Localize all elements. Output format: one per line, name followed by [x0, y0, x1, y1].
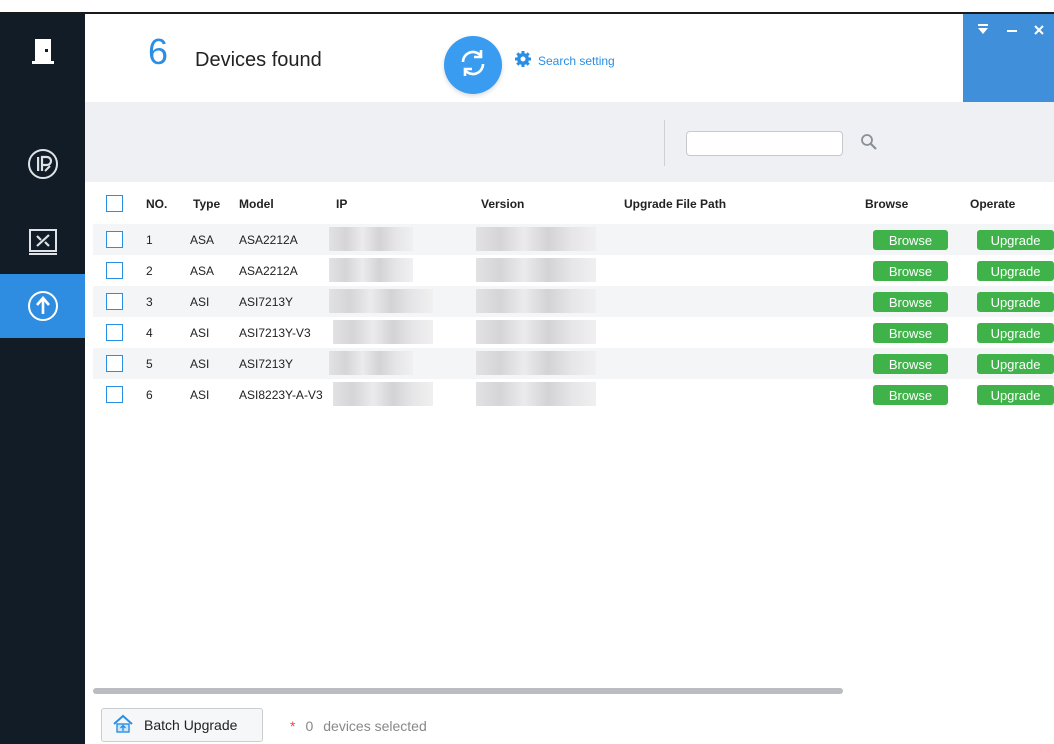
selected-count: 0: [305, 718, 314, 734]
table-row[interactable]: 5 ASI ASI7213Y Browse Upgrade: [93, 348, 1054, 379]
ip-redacted: [329, 289, 433, 313]
ip-redacted: [329, 227, 413, 251]
version-redacted: [476, 351, 596, 375]
header-type: Type: [193, 197, 221, 211]
table-row[interactable]: 3 ASI ASI7213Y Browse Upgrade: [93, 286, 1054, 317]
row-type: ASI: [190, 295, 210, 309]
ip-redacted: [329, 351, 413, 375]
row-no: 3: [146, 295, 153, 309]
window-top-border: [0, 0, 1054, 14]
sidebar-item-tools[interactable]: [0, 210, 85, 274]
ip-redacted: [329, 258, 413, 282]
upgrade-button[interactable]: Upgrade: [977, 385, 1054, 405]
row-type: ASI: [190, 326, 210, 340]
upgrade-button[interactable]: Upgrade: [977, 292, 1054, 312]
version-redacted: [476, 227, 596, 251]
row-checkbox[interactable]: [106, 293, 123, 310]
row-no: 6: [146, 388, 153, 402]
row-checkbox[interactable]: [106, 355, 123, 372]
row-model: ASI8223Y-A-V3: [239, 388, 323, 402]
browse-button[interactable]: Browse: [873, 261, 948, 281]
version-redacted: [476, 320, 596, 344]
row-type: ASA: [190, 233, 215, 247]
table-row[interactable]: 2 ASA ASA2212A Browse Upgrade: [93, 255, 1054, 286]
upgrade-button[interactable]: Upgrade: [977, 230, 1054, 250]
browse-button[interactable]: Browse: [873, 385, 948, 405]
ip-redacted: [333, 382, 433, 406]
sidebar-item-upgrade[interactable]: [0, 274, 85, 338]
header-ip: IP: [336, 197, 348, 211]
toolbar-divider: [664, 120, 665, 166]
batch-upgrade-icon: [112, 714, 134, 737]
row-model: ASA2212A: [239, 264, 298, 278]
batch-upgrade-button[interactable]: Batch Upgrade: [101, 708, 263, 742]
sidebar-item-home[interactable]: [0, 14, 85, 89]
select-all-checkbox[interactable]: [106, 195, 123, 212]
ip-redacted: [333, 320, 433, 344]
upgrade-icon: [26, 289, 60, 323]
version-redacted: [476, 382, 596, 406]
header-browse: Browse: [865, 197, 909, 211]
toolbar: [85, 102, 1054, 182]
version-redacted: [476, 258, 596, 282]
header-version: Version: [481, 197, 525, 211]
row-model: ASI7213Y-V3: [239, 326, 311, 340]
door-icon: [28, 35, 58, 69]
browse-button[interactable]: Browse: [873, 230, 948, 250]
browse-button[interactable]: Browse: [873, 292, 948, 312]
table-header: NO. Type Model IP Version Upgrade File P…: [93, 182, 1054, 222]
search-setting-label: Search setting: [538, 53, 615, 68]
row-model: ASI7213Y: [239, 357, 294, 371]
selected-label: devices selected: [323, 718, 427, 734]
browse-button[interactable]: Browse: [873, 354, 948, 374]
row-checkbox[interactable]: [106, 262, 123, 279]
device-count: 6: [148, 31, 169, 72]
header-no: NO.: [146, 197, 168, 211]
upgrade-button[interactable]: Upgrade: [977, 323, 1054, 343]
search-setting-link[interactable]: Search setting: [514, 50, 615, 71]
required-star: *: [290, 718, 296, 734]
sidebar: [0, 14, 85, 744]
tools-icon: [26, 225, 60, 259]
search-icon[interactable]: [860, 133, 878, 156]
row-model: ASA2212A: [239, 233, 298, 247]
selection-info: * 0 devices selected: [290, 718, 427, 734]
header-operate: Operate: [970, 197, 1016, 211]
row-type: ASI: [190, 357, 210, 371]
row-checkbox[interactable]: [106, 324, 123, 341]
minimize-icon[interactable]: [1006, 24, 1018, 39]
batch-upgrade-label: Batch Upgrade: [144, 717, 238, 733]
ip-icon: [26, 147, 60, 181]
window-controls: [963, 14, 1054, 102]
row-no: 1: [146, 233, 153, 247]
row-checkbox[interactable]: [106, 386, 123, 403]
footer: Batch Upgrade * 0 devices selected: [85, 694, 1054, 744]
table-row[interactable]: 1 ASA ASA2212A Browse Upgrade: [93, 224, 1054, 255]
row-type: ASI: [190, 388, 210, 402]
refresh-icon: [457, 47, 489, 84]
browse-button[interactable]: Browse: [873, 323, 948, 343]
row-model: ASI7213Y: [239, 295, 294, 309]
menu-icon[interactable]: [977, 24, 989, 39]
row-no: 4: [146, 326, 153, 340]
upgrade-button[interactable]: Upgrade: [977, 354, 1054, 374]
devices-found-label: Devices found: [195, 49, 322, 71]
row-no: 5: [146, 357, 153, 371]
close-icon[interactable]: [1033, 24, 1045, 39]
version-redacted: [476, 289, 596, 313]
header-upgrade-file-path: Upgrade File Path: [624, 197, 727, 211]
row-no: 2: [146, 264, 153, 278]
search-input[interactable]: [686, 131, 843, 156]
device-table: NO. Type Model IP Version Upgrade File P…: [93, 182, 1054, 688]
table-row[interactable]: 6 ASI ASI8223Y-A-V3 Browse Upgrade: [93, 379, 1054, 410]
sidebar-item-ip[interactable]: [0, 132, 85, 196]
row-type: ASA: [190, 264, 215, 278]
upgrade-button[interactable]: Upgrade: [977, 261, 1054, 281]
gear-icon: [514, 50, 532, 71]
refresh-button[interactable]: [444, 36, 502, 94]
row-checkbox[interactable]: [106, 231, 123, 248]
header: 6 Devices found Search setting: [85, 14, 963, 102]
header-model: Model: [239, 197, 274, 211]
table-row[interactable]: 4 ASI ASI7213Y-V3 Browse Upgrade: [93, 317, 1054, 348]
